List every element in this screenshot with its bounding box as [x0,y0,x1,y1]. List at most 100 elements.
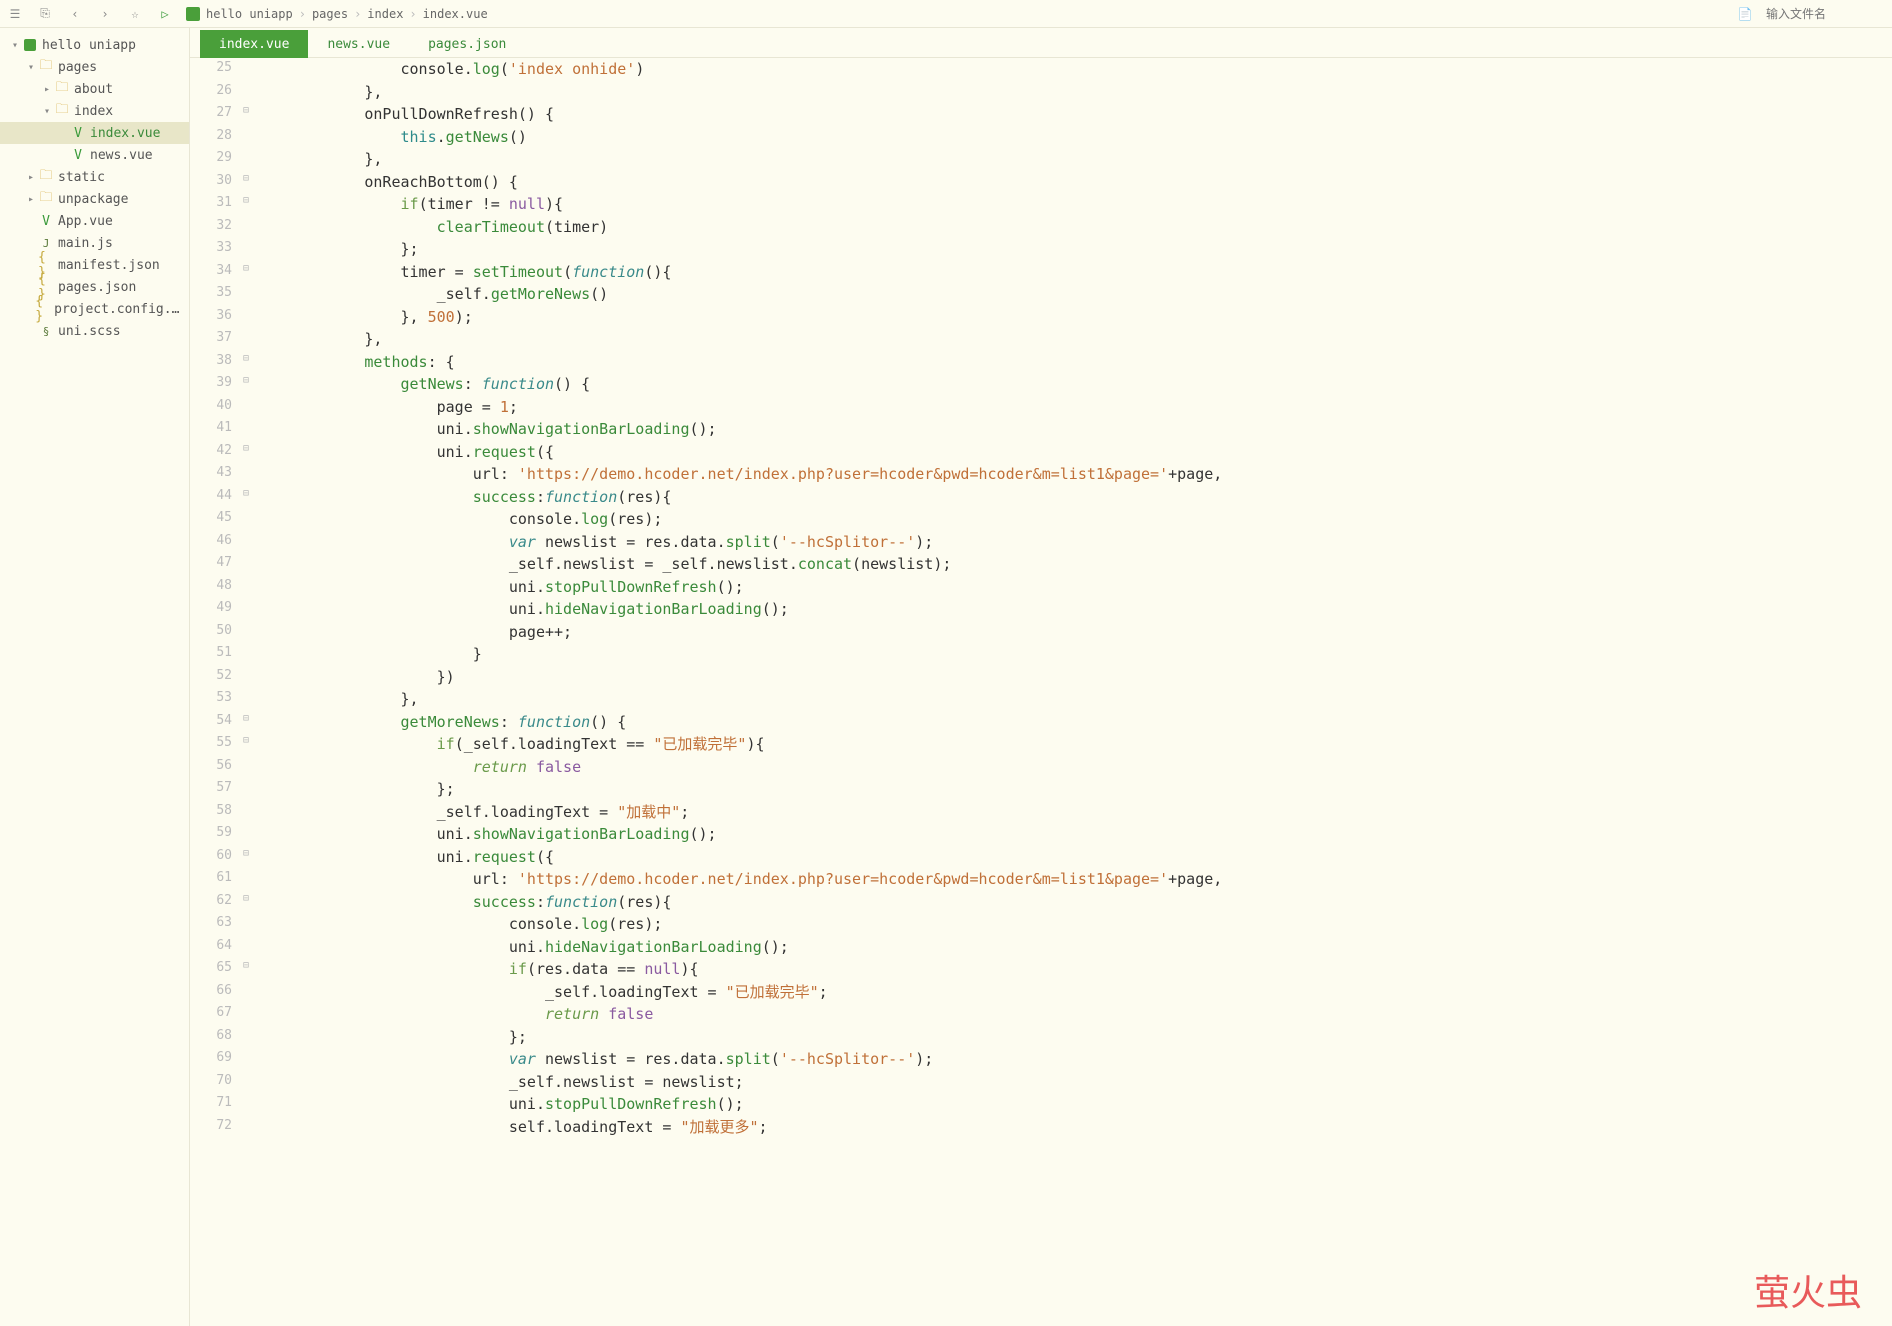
code-line[interactable]: }; [256,238,1892,261]
tree-item-index-vue[interactable]: Vindex.vue [0,122,189,144]
fold-marker[interactable]: ⊟ [240,193,252,216]
code-line[interactable]: }) [256,666,1892,689]
code-line[interactable]: uni.hideNavigationBarLoading(); [256,936,1892,959]
fold-marker[interactable]: ⊟ [240,711,252,734]
code-line[interactable]: timer = setTimeout(function(){ [256,261,1892,284]
fold-marker[interactable]: ⊟ [240,891,252,914]
tree-item-hello-uniapp[interactable]: ▾hello uniapp [0,34,189,56]
tree-item-main-js[interactable]: Jmain.js [0,232,189,254]
code-line[interactable]: } [256,643,1892,666]
tab-index-vue[interactable]: index.vue [200,30,308,58]
fold-marker[interactable]: ⊟ [240,486,252,509]
new-file-icon[interactable]: ⎘ [36,5,54,23]
code-line[interactable]: self.loadingText = "加载更多"; [256,1116,1892,1139]
breadcrumb-seg[interactable]: pages [312,7,348,21]
tree-item-index[interactable]: ▾🗀index [0,100,189,122]
goto-file-icon[interactable]: 📄 [1736,5,1754,23]
code-line[interactable]: return false [256,1003,1892,1026]
code-line[interactable]: url: 'https://demo.hcoder.net/index.php?… [256,868,1892,891]
code-line[interactable]: this.getNews() [256,126,1892,149]
code-line[interactable]: if(res.data == null){ [256,958,1892,981]
code-line[interactable]: console.log('index onhide') [256,58,1892,81]
tree-item-App-vue[interactable]: VApp.vue [0,210,189,232]
chevron-icon[interactable]: ▾ [40,106,54,117]
code-line[interactable]: if(timer != null){ [256,193,1892,216]
code-line[interactable]: if(_self.loadingText == "已加载完毕"){ [256,733,1892,756]
chevron-icon[interactable]: ▸ [24,194,38,205]
star-icon[interactable]: ☆ [126,5,144,23]
fold-marker[interactable]: ⊟ [240,351,252,374]
code-line[interactable]: var newslist = res.data.split('--hcSplit… [256,531,1892,554]
chevron-icon[interactable]: ▾ [24,62,38,73]
fold-marker[interactable]: ⊟ [240,171,252,194]
code-line[interactable]: console.log(res); [256,913,1892,936]
tree-item-pages-json[interactable]: { }pages.json [0,276,189,298]
back-icon[interactable]: ‹ [66,5,84,23]
tab-news-vue[interactable]: news.vue [308,30,409,58]
code-content[interactable]: console.log('index onhide') }, onPullDow… [252,58,1892,1326]
code-line[interactable]: success:function(res){ [256,891,1892,914]
forward-icon[interactable]: › [96,5,114,23]
code-line[interactable]: methods: { [256,351,1892,374]
code-line[interactable]: page++; [256,621,1892,644]
chevron-icon[interactable]: ▸ [40,84,54,95]
code-line[interactable]: uni.stopPullDownRefresh(); [256,576,1892,599]
code-line[interactable]: uni.showNavigationBarLoading(); [256,418,1892,441]
fold-marker[interactable]: ⊟ [240,103,252,126]
tree-item-manifest-json[interactable]: { }manifest.json [0,254,189,276]
code-line[interactable]: uni.request({ [256,441,1892,464]
fold-marker[interactable]: ⊟ [240,373,252,396]
breadcrumb-seg[interactable]: hello uniapp [206,7,293,21]
code-line[interactable]: }, [256,81,1892,104]
breadcrumb-seg[interactable]: index [367,7,403,21]
tree-item-pages[interactable]: ▾🗀pages [0,56,189,78]
menu-icon[interactable]: ☰ [6,5,24,23]
chevron-icon[interactable]: ▾ [8,40,22,51]
code-line[interactable]: uni.request({ [256,846,1892,869]
code-line[interactable]: _self.loadingText = "加载中"; [256,801,1892,824]
code-line[interactable]: }, [256,148,1892,171]
tree-item-unpackage[interactable]: ▸🗀unpackage [0,188,189,210]
tree-item-project-config-[interactable]: { }project.config.... [0,298,189,320]
fold-marker[interactable]: ⊟ [240,958,252,981]
fold-marker [240,58,252,81]
code-line[interactable]: console.log(res); [256,508,1892,531]
tree-item-about[interactable]: ▸🗀about [0,78,189,100]
code-line[interactable]: _self.loadingText = "已加载完毕"; [256,981,1892,1004]
code-line[interactable]: }, [256,688,1892,711]
code-line[interactable]: _self.newslist = newslist; [256,1071,1892,1094]
code-line[interactable]: }; [256,1026,1892,1049]
code-line[interactable]: _self.getMoreNews() [256,283,1892,306]
fold-marker [240,598,252,621]
code-line[interactable]: var newslist = res.data.split('--hcSplit… [256,1048,1892,1071]
code-line[interactable]: _self.newslist = _self.newslist.concat(n… [256,553,1892,576]
code-line[interactable]: }; [256,778,1892,801]
fold-marker[interactable]: ⊟ [240,733,252,756]
code-line[interactable]: success:function(res){ [256,486,1892,509]
code-line[interactable]: clearTimeout(timer) [256,216,1892,239]
tab-pages-json[interactable]: pages.json [409,30,525,58]
code-line[interactable]: }, 500); [256,306,1892,329]
code-line[interactable]: uni.showNavigationBarLoading(); [256,823,1892,846]
tree-item-news-vue[interactable]: Vnews.vue [0,144,189,166]
breadcrumb-seg[interactable]: index.vue [423,7,488,21]
code-editor[interactable]: 2526272829303132333435363738394041424344… [190,58,1892,1326]
tree-item-uni-scss[interactable]: §uni.scss [0,320,189,342]
code-line[interactable]: getNews: function() { [256,373,1892,396]
code-line[interactable]: onReachBottom() { [256,171,1892,194]
code-line[interactable]: onPullDownRefresh() { [256,103,1892,126]
code-line[interactable]: uni.stopPullDownRefresh(); [256,1093,1892,1116]
fold-marker[interactable]: ⊟ [240,441,252,464]
chevron-icon[interactable]: ▸ [24,172,38,183]
run-icon[interactable]: ▷ [156,5,174,23]
code-line[interactable]: getMoreNews: function() { [256,711,1892,734]
code-line[interactable]: page = 1; [256,396,1892,419]
code-line[interactable]: return false [256,756,1892,779]
code-line[interactable]: uni.hideNavigationBarLoading(); [256,598,1892,621]
fold-marker[interactable]: ⊟ [240,846,252,869]
fold-marker[interactable]: ⊟ [240,261,252,284]
code-line[interactable]: url: 'https://demo.hcoder.net/index.php?… [256,463,1892,486]
code-line[interactable]: }, [256,328,1892,351]
search-input[interactable] [1766,7,1886,21]
tree-item-static[interactable]: ▸🗀static [0,166,189,188]
